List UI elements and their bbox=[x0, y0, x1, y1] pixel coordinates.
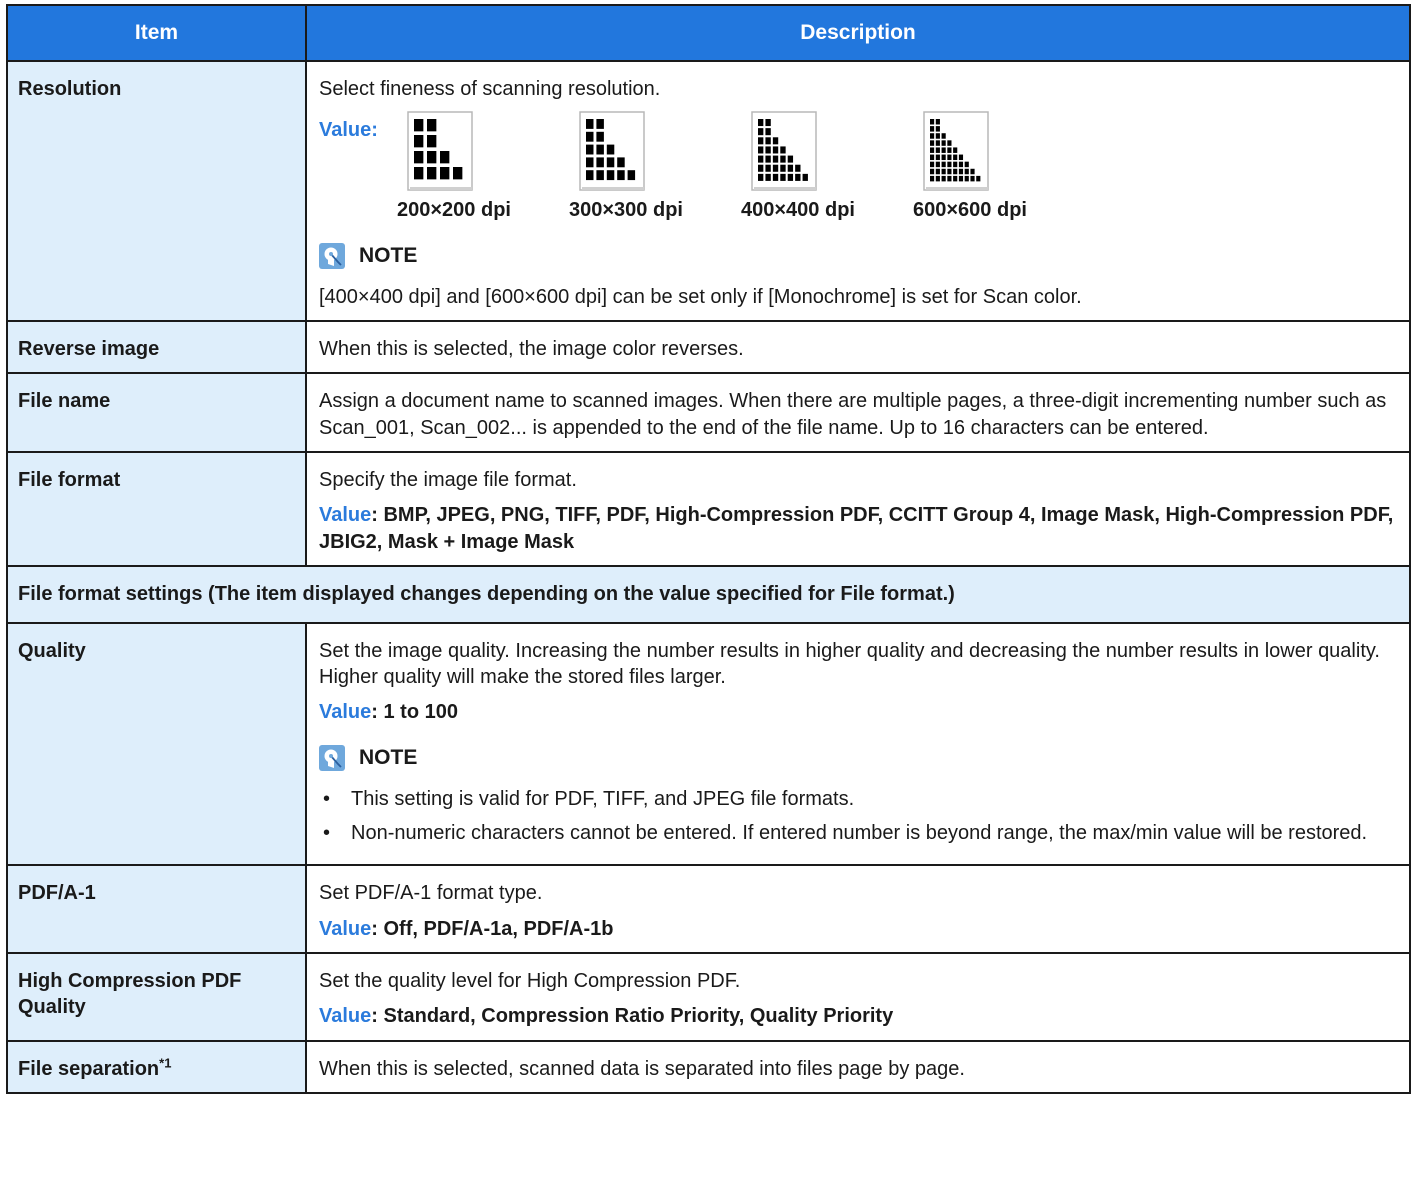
quality-values: Value: 1 to 100 bbox=[319, 699, 1399, 725]
footnote-marker: *1 bbox=[159, 1055, 172, 1071]
value-label: Value bbox=[319, 504, 372, 527]
hc-pdf-quality-text: Set the quality level for High Compressi… bbox=[319, 970, 741, 993]
item-reverse-image: Reverse image bbox=[6, 319, 307, 375]
note-icon bbox=[319, 242, 345, 269]
section-heading: File format settings (The item displayed… bbox=[6, 565, 1411, 624]
resolution-note-text: [400×400 dpi] and [600×600 dpi] can be s… bbox=[319, 285, 1082, 308]
item-pdfa1: PDF/A-1 bbox=[6, 864, 307, 955]
resolution-option-200: 200×200 dpi bbox=[397, 111, 569, 223]
file-separation-label: File separation bbox=[18, 1057, 160, 1080]
note-bullet-text: Non-numeric characters cannot be entered… bbox=[351, 821, 1368, 844]
table-header-row: Item Description bbox=[6, 4, 1411, 62]
desc-quality: Set the image quality. Increasing the nu… bbox=[305, 621, 1411, 867]
note-heading: NOTE bbox=[319, 242, 1399, 270]
item-file-separation: File separation*1 bbox=[6, 1039, 307, 1095]
resolution-option-400: 400×400 dpi bbox=[741, 111, 913, 223]
pdfa1-values: Value: Off, PDF/A-1a, PDF/A-1b bbox=[319, 916, 1399, 942]
quality-text: Set the image quality. Increasing the nu… bbox=[319, 639, 1380, 689]
resolution-300-icon bbox=[579, 111, 645, 192]
file-format-value-list: : BMP, JPEG, PNG, TIFF, PDF, High-Compre… bbox=[319, 504, 1394, 553]
resolution-label-600: 600×600 dpi bbox=[913, 199, 1027, 222]
desc-file-name: Assign a document name to scanned images… bbox=[305, 372, 1411, 454]
resolution-option-600: 600×600 dpi bbox=[913, 111, 1085, 223]
item-hc-pdf-quality: High Compression PDF Quality bbox=[6, 952, 307, 1042]
table-row-reverse-image: Reverse image When this is selected, the… bbox=[6, 319, 1411, 375]
note-title: NOTE bbox=[359, 243, 418, 267]
table-row-file-name: File name Assign a document name to scan… bbox=[6, 372, 1411, 454]
desc-file-format: Specify the image file format. Value: BM… bbox=[305, 451, 1411, 568]
resolution-200-icon bbox=[407, 111, 473, 192]
table-row-resolution: Resolution Select fineness of scanning r… bbox=[6, 60, 1411, 322]
resolution-label-300: 300×300 dpi bbox=[569, 199, 683, 222]
hc-pdf-quality-values: Value: Standard, Compression Ratio Prior… bbox=[319, 1003, 1399, 1029]
note-bullet: • This setting is valid for PDF, TIFF, an… bbox=[319, 786, 1399, 812]
note-bullet-text: This setting is valid for PDF, TIFF, and… bbox=[351, 787, 855, 810]
resolution-label-200: 200×200 dpi bbox=[397, 199, 511, 222]
resolution-400-icon bbox=[751, 111, 817, 192]
value-label: Value bbox=[319, 917, 372, 940]
resolution-600-icon bbox=[923, 111, 989, 192]
table-row-pdfa1: PDF/A-1 Set PDF/A-1 format type. Value: … bbox=[6, 864, 1411, 955]
resolution-options: Value: 200×200 dpi 300×300 dpi 400×400 d… bbox=[319, 111, 1399, 223]
note-heading: NOTE bbox=[319, 744, 1399, 772]
header-description: Description bbox=[305, 4, 1411, 62]
value-label: Value bbox=[319, 701, 372, 724]
pdfa1-value-list: : Off, PDF/A-1a, PDF/A-1b bbox=[371, 917, 614, 940]
hc-pdf-quality-value-list: : Standard, Compression Ratio Priority, … bbox=[371, 1005, 894, 1028]
item-resolution: Resolution bbox=[6, 60, 307, 322]
value-label: Value bbox=[319, 1005, 372, 1028]
resolution-label-400: 400×400 dpi bbox=[741, 199, 855, 222]
settings-table: Item Description Resolution Select finen… bbox=[6, 4, 1411, 1095]
quality-value-range: : 1 to 100 bbox=[371, 701, 458, 724]
file-format-values: Value: BMP, JPEG, PNG, TIFF, PDF, High-C… bbox=[319, 502, 1399, 555]
table-row-quality: Quality Set the image quality. Increasin… bbox=[6, 621, 1411, 867]
table-row-file-separation: File separation*1 When this is selected,… bbox=[6, 1039, 1411, 1095]
resolution-text: Select fineness of scanning resolution. bbox=[319, 78, 661, 100]
table-row-file-format: File format Specify the image file forma… bbox=[6, 451, 1411, 568]
item-file-name: File name bbox=[6, 372, 307, 454]
value-label: Value bbox=[319, 119, 372, 142]
file-format-text: Specify the image file format. bbox=[319, 469, 577, 492]
note-title: NOTE bbox=[359, 745, 418, 769]
desc-resolution: Select fineness of scanning resolution. … bbox=[305, 60, 1411, 322]
desc-file-separation: When this is selected, scanned data is s… bbox=[305, 1039, 1411, 1095]
desc-pdfa1: Set PDF/A-1 format type. Value: Off, PDF… bbox=[305, 864, 1411, 955]
note-icon bbox=[319, 744, 345, 771]
desc-hc-pdf-quality: Set the quality level for High Compressi… bbox=[305, 952, 1411, 1042]
header-item: Item bbox=[6, 4, 307, 62]
table-row-section: File format settings (The item displayed… bbox=[6, 565, 1411, 624]
table-row-hc-pdf-quality: High Compression PDF Quality Set the qua… bbox=[6, 952, 1411, 1042]
item-file-format: File format bbox=[6, 451, 307, 568]
pdfa1-text: Set PDF/A-1 format type. bbox=[319, 882, 543, 905]
desc-reverse-image: When this is selected, the image color r… bbox=[305, 319, 1411, 375]
item-quality: Quality bbox=[6, 621, 307, 867]
note-bullet: • Non-numeric characters cannot be entere… bbox=[319, 820, 1399, 846]
resolution-option-300: 300×300 dpi bbox=[569, 111, 741, 223]
